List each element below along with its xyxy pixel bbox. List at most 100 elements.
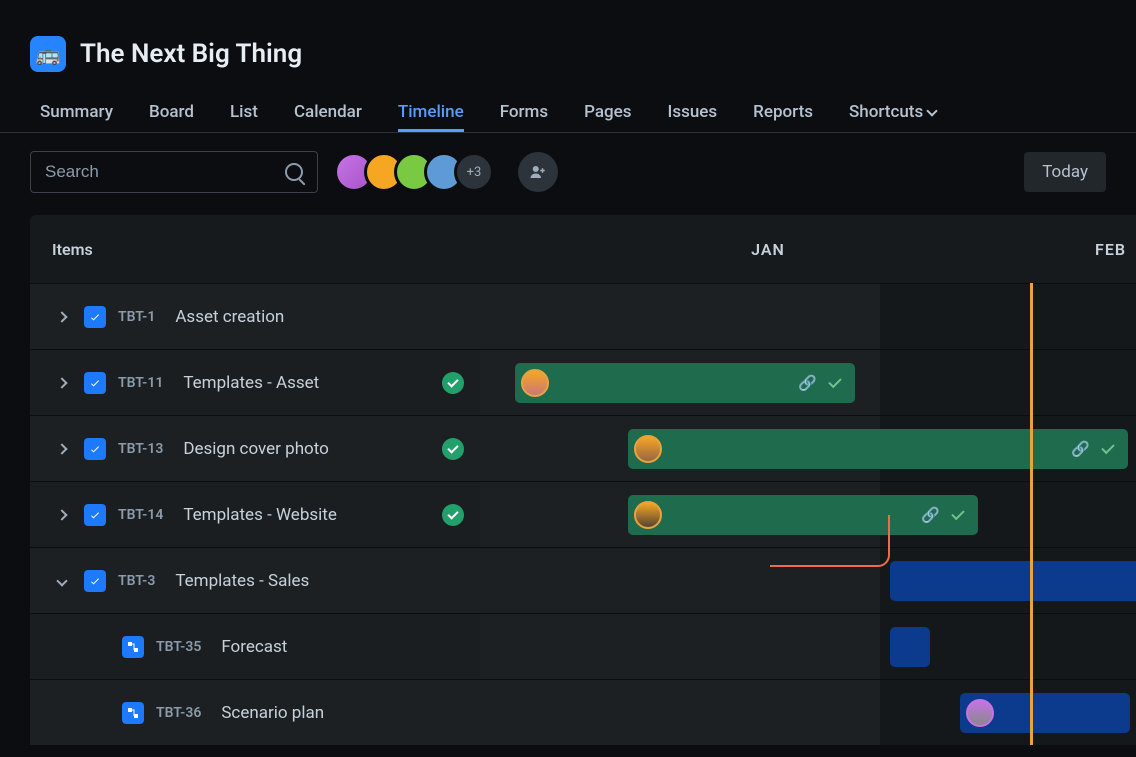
item-key: TBT-36 [156, 705, 201, 721]
assignee-avatar[interactable] [634, 501, 662, 529]
epic-icon [84, 306, 106, 328]
chevron-right-icon [56, 443, 67, 454]
search-icon [285, 163, 303, 181]
check-icon [828, 375, 841, 388]
item-title: Templates - Sales [175, 571, 309, 591]
month-header-jan: JAN [480, 240, 1056, 259]
gantt-cell[interactable] [480, 614, 1136, 679]
today-button[interactable]: Today [1024, 152, 1106, 192]
item-key: TBT-35 [156, 639, 201, 655]
expand-toggle[interactable] [52, 313, 72, 321]
timeline-row: TBT-13 Design cover photo 🔗 [30, 415, 1136, 481]
item-cell[interactable]: TBT-3 Templates - Sales [30, 548, 480, 613]
item-cell[interactable]: TBT-14 Templates - Website [30, 482, 480, 547]
item-key: TBT-13 [118, 441, 163, 457]
tab-issues[interactable]: Issues [668, 92, 718, 132]
item-title: Forecast [221, 637, 287, 657]
tab-shortcuts[interactable]: Shortcuts [849, 92, 936, 132]
tab-forms[interactable]: Forms [500, 92, 548, 132]
status-done-icon [442, 438, 464, 460]
tab-timeline[interactable]: Timeline [398, 92, 464, 132]
item-key: TBT-11 [118, 375, 163, 391]
assignee-avatar[interactable] [966, 699, 994, 727]
check-icon [951, 507, 964, 520]
gantt-bar[interactable]: 🔗 [628, 429, 1128, 469]
link-icon[interactable]: 🔗 [798, 374, 817, 392]
timeline-row: TBT-35 Forecast [30, 613, 1136, 679]
link-icon[interactable]: 🔗 [1071, 440, 1090, 458]
tab-bar: Summary Board List Calendar Timeline For… [0, 88, 1136, 133]
epic-icon [84, 438, 106, 460]
search-input[interactable] [45, 162, 285, 182]
add-person-icon [529, 163, 547, 181]
search-box[interactable] [30, 151, 318, 193]
chevron-down-icon [927, 105, 938, 116]
item-title: Scenario plan [221, 703, 324, 723]
item-title: Templates - Website [183, 505, 337, 525]
status-done-icon [442, 372, 464, 394]
expand-toggle[interactable] [52, 379, 72, 387]
chevron-down-icon [56, 575, 67, 586]
item-title: Asset creation [175, 307, 284, 327]
project-icon: 🚌 [30, 36, 66, 72]
timeline-row: TBT-3 Templates - Sales [30, 547, 1136, 613]
timeline-row: TBT-36 Scenario plan [30, 679, 1136, 745]
chevron-right-icon [56, 311, 67, 322]
add-person-button[interactable] [518, 152, 558, 192]
item-cell[interactable]: TBT-13 Design cover photo [30, 416, 480, 481]
item-cell[interactable]: TBT-11 Templates - Asset [30, 350, 480, 415]
item-cell[interactable]: TBT-35 Forecast [30, 614, 480, 679]
tab-reports[interactable]: Reports [753, 92, 813, 132]
expand-toggle[interactable] [52, 577, 72, 585]
project-title: The Next Big Thing [80, 39, 302, 69]
gantt-cell[interactable]: 🔗 [480, 416, 1136, 481]
gantt-cell[interactable] [480, 284, 1136, 349]
tab-pages[interactable]: Pages [584, 92, 631, 132]
item-cell[interactable]: TBT-36 Scenario plan [30, 680, 480, 745]
timeline-row: TBT-11 Templates - Asset 🔗 [30, 349, 1136, 415]
check-icon [1101, 441, 1114, 454]
gantt-bar[interactable] [890, 627, 930, 667]
item-key: TBT-1 [118, 309, 155, 325]
item-title: Design cover photo [183, 439, 329, 459]
epic-icon [84, 504, 106, 526]
gantt-cell[interactable]: 🔗 [480, 350, 1136, 415]
tab-board[interactable]: Board [149, 92, 194, 132]
status-done-icon [442, 504, 464, 526]
gantt-bar[interactable]: 🔗 [515, 363, 855, 403]
tab-summary[interactable]: Summary [40, 92, 113, 132]
epic-icon [84, 372, 106, 394]
gantt-bar[interactable] [890, 561, 1136, 601]
task-icon [122, 636, 144, 658]
expand-toggle[interactable] [52, 511, 72, 519]
avatar-stack: +3 [334, 152, 494, 192]
item-cell[interactable]: TBT-1 Asset creation [30, 284, 480, 349]
tab-list[interactable]: List [230, 92, 258, 132]
timeline-row: TBT-1 Asset creation [30, 283, 1136, 349]
dependency-line [770, 515, 890, 567]
gantt-cell[interactable] [480, 680, 1136, 745]
item-title: Templates - Asset [183, 373, 319, 393]
tab-calendar[interactable]: Calendar [294, 92, 362, 132]
timeline-grid: Items JAN FEB TBT-1 Asset creation TBT-1… [30, 215, 1136, 745]
gantt-cell[interactable]: 🔗 [480, 482, 1136, 547]
month-header-feb: FEB [1056, 240, 1136, 259]
project-header: 🚌 The Next Big Thing [0, 0, 1136, 88]
timeline-row: TBT-14 Templates - Website 🔗 [30, 481, 1136, 547]
item-key: TBT-3 [118, 573, 155, 589]
today-marker [1030, 283, 1033, 745]
task-icon [122, 702, 144, 724]
link-icon[interactable]: 🔗 [921, 506, 940, 524]
toolbar: +3 Today [0, 133, 1136, 211]
gantt-bar[interactable] [960, 693, 1130, 733]
tab-shortcuts-label: Shortcuts [849, 102, 923, 122]
chevron-right-icon [56, 509, 67, 520]
assignee-avatar[interactable] [634, 435, 662, 463]
assignee-avatar[interactable] [521, 369, 549, 397]
item-key: TBT-14 [118, 507, 163, 523]
epic-icon [84, 570, 106, 592]
expand-toggle[interactable] [52, 445, 72, 453]
avatar-overflow[interactable]: +3 [454, 152, 494, 192]
chevron-right-icon [56, 377, 67, 388]
items-column-header: Items [30, 240, 480, 259]
